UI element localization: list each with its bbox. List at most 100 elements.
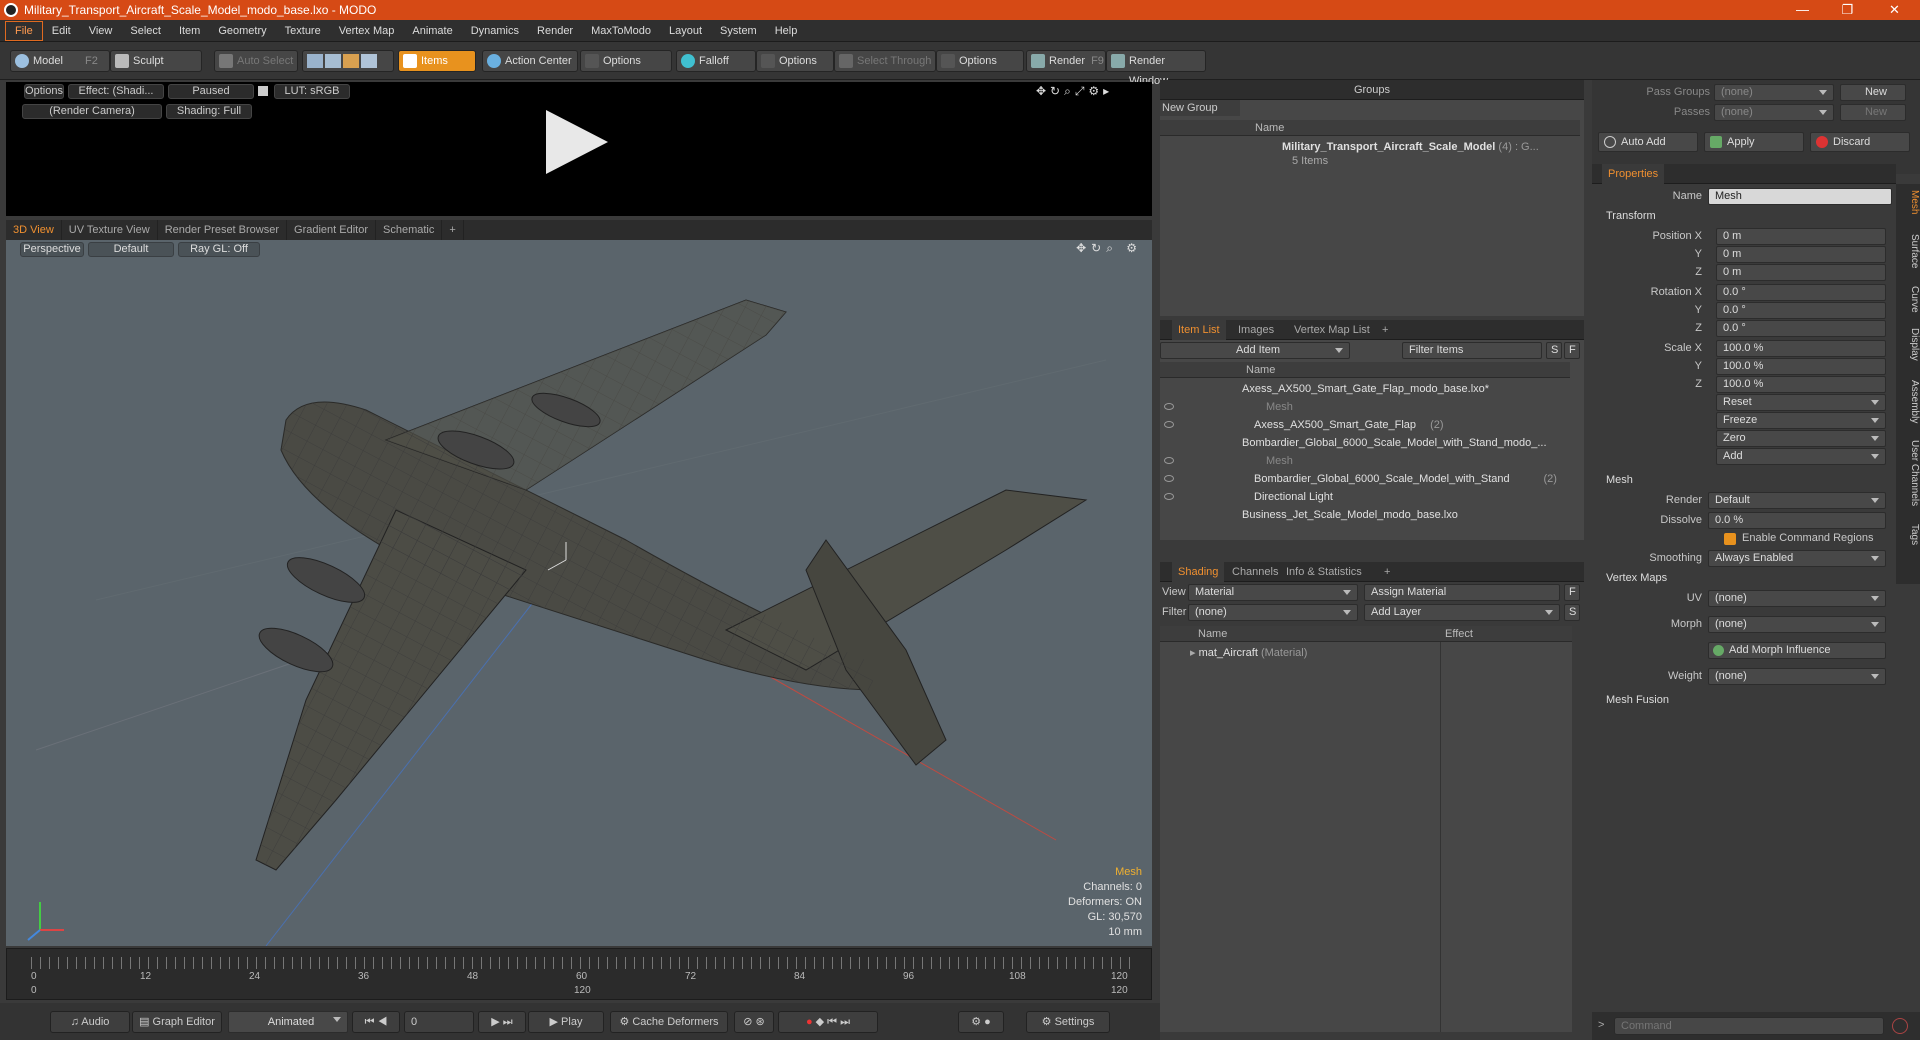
visibility-eye-icon[interactable] <box>1164 421 1174 428</box>
material-row[interactable]: ▸ mat_Aircraft (Material) <box>1190 644 1307 662</box>
render-dropdown[interactable]: Default <box>1708 492 1886 509</box>
discard-button[interactable]: Discard <box>1810 132 1910 152</box>
tab-schematic[interactable]: Schematic <box>376 220 443 240</box>
menu-vertex-map[interactable]: Vertex Map <box>330 20 404 42</box>
smoothing-dropdown[interactable]: Always Enabled <box>1708 550 1886 567</box>
add-dropdown[interactable]: Add <box>1716 448 1886 465</box>
position-z-input[interactable]: 0 m <box>1716 264 1886 281</box>
auto-select-button[interactable]: Auto Select <box>214 50 298 72</box>
polygons-icon[interactable] <box>343 54 359 68</box>
raygl-toggle[interactable]: Ray GL: Off <box>178 242 260 257</box>
tab-channels[interactable]: Channels <box>1226 562 1284 582</box>
side-tab-mesh[interactable]: Mesh <box>1900 190 1920 214</box>
animated-dropdown[interactable]: Animated <box>228 1011 348 1033</box>
position-y-input[interactable]: 0 m <box>1716 246 1886 263</box>
filter-f-button[interactable]: F <box>1564 342 1580 359</box>
render-button[interactable]: Render F9 <box>1026 50 1106 72</box>
new-pass-group-button[interactable]: New <box>1840 84 1906 101</box>
expand-icon[interactable]: ▸ <box>1190 647 1199 659</box>
tab-info-statistics[interactable]: Info & Statistics <box>1280 562 1368 582</box>
item-list-row[interactable]: Axess_AX500_Smart_Gate_Flap_modo_base.lx… <box>1160 380 1570 398</box>
side-tab-assembly[interactable]: Assembly <box>1900 380 1920 423</box>
tab-item-list[interactable]: Item List <box>1172 320 1226 340</box>
menu-edit[interactable]: Edit <box>43 20 80 42</box>
side-tab-surface[interactable]: Surface <box>1900 234 1920 268</box>
item-list-row[interactable]: Mesh <box>1160 398 1570 416</box>
item-list-row[interactable]: Bombardier_Global_6000_Scale_Model_with_… <box>1160 470 1570 488</box>
tab-properties[interactable]: Properties <box>1602 164 1665 184</box>
paused-toggle[interactable]: Paused <box>168 84 254 99</box>
new-group-button[interactable]: New Group <box>1160 100 1240 116</box>
visibility-eye-icon[interactable] <box>1164 493 1174 500</box>
menu-animate[interactable]: Animate <box>403 20 461 42</box>
minimize-button[interactable]: — <box>1780 0 1825 20</box>
shading-s-button[interactable]: S <box>1564 604 1580 621</box>
record-controls[interactable]: ● ◆ ⏮ ⏭ <box>778 1011 878 1033</box>
play-icon[interactable] <box>546 110 608 174</box>
uv-dropdown[interactable]: (none) <box>1708 590 1886 607</box>
menu-select[interactable]: Select <box>121 20 170 42</box>
menu-maxtomodo[interactable]: MaxToModo <box>582 20 660 42</box>
add-item-dropdown[interactable]: Add Item <box>1160 342 1350 359</box>
menu-system[interactable]: System <box>711 20 766 42</box>
add-tab-button[interactable]: + <box>442 220 464 240</box>
shading-dropdown[interactable]: Shading: Full <box>166 104 252 119</box>
items-mode-button[interactable]: Items <box>398 50 476 72</box>
timeline[interactable]: 0 12 24 36 48 60 72 84 96 108 120 0 120 … <box>6 948 1152 1000</box>
passes-dropdown[interactable]: (none) <box>1714 104 1834 121</box>
lut-dropdown[interactable]: LUT: sRGB <box>274 84 350 99</box>
tab-shading[interactable]: Shading <box>1172 562 1225 582</box>
menu-texture[interactable]: Texture <box>276 20 330 42</box>
settings-button[interactable]: ⚙ Settings <box>1026 1011 1110 1033</box>
tab-vertex-map-list[interactable]: Vertex Map List <box>1288 320 1376 340</box>
side-tab-tags[interactable]: Tags <box>1900 524 1920 545</box>
model-mode-button[interactable]: Model F2 <box>10 50 110 72</box>
auto-add-button[interactable]: Auto Add <box>1598 132 1698 152</box>
render-window-button[interactable]: Render Window <box>1106 50 1206 87</box>
pass-groups-dropdown[interactable]: (none) <box>1714 84 1834 101</box>
menu-dynamics[interactable]: Dynamics <box>462 20 528 42</box>
item-list-row[interactable]: Business_Jet_Scale_Model_modo_base.lxo <box>1160 506 1570 524</box>
reset-dropdown[interactable]: Reset <box>1716 394 1886 411</box>
command-input[interactable] <box>1614 1017 1884 1035</box>
viewport-nav-icons[interactable]: ✥↻⌕ ⚙ <box>1076 241 1142 256</box>
default-style-dropdown[interactable]: Default <box>88 242 174 257</box>
tab-gradient-editor[interactable]: Gradient Editor <box>287 220 376 240</box>
tab-3d-view[interactable]: 3D View <box>6 220 62 240</box>
mesh-fusion-section[interactable]: Mesh Fusion <box>1606 692 1669 708</box>
effect-dropdown[interactable]: Effect: (Shadi... <box>68 84 164 99</box>
side-tab-display[interactable]: Display <box>1900 328 1920 361</box>
weight-dropdown[interactable]: (none) <box>1708 668 1886 685</box>
falloff-button[interactable]: Falloff <box>676 50 756 72</box>
side-tab-user-channels[interactable]: User Channels <box>1900 440 1920 506</box>
vertex-maps-section[interactable]: Vertex Maps <box>1606 570 1667 586</box>
scale-z-input[interactable]: 100.0 % <box>1716 376 1886 393</box>
filter-dropdown[interactable]: (none) <box>1188 604 1358 621</box>
tab-uv-texture-view[interactable]: UV Texture View <box>62 220 158 240</box>
item-list-row[interactable]: Bombardier_Global_6000_Scale_Model_with_… <box>1160 434 1570 452</box>
visibility-eye-icon[interactable] <box>1164 475 1174 482</box>
next-key-buttons[interactable]: ▶ ⏭ <box>478 1011 526 1033</box>
aircraft-mesh[interactable] <box>253 299 1088 871</box>
item-list-row[interactable]: Axess_AX500_Smart_Gate_Flap (2) <box>1160 416 1570 434</box>
menu-help[interactable]: Help <box>766 20 807 42</box>
command-regions-checkbox[interactable] <box>1724 533 1736 545</box>
add-morph-influence-button[interactable]: Add Morph Influence <box>1708 642 1886 659</box>
assign-material-button[interactable]: Assign Material <box>1364 584 1560 601</box>
preview-nav-icons[interactable]: ✥↻⌕⤢⚙▸ <box>1036 84 1113 99</box>
filter-s-button[interactable]: S <box>1546 342 1562 359</box>
action-center-options-button[interactable]: Options <box>580 50 672 72</box>
menu-geometry[interactable]: Geometry <box>209 20 275 42</box>
rotation-x-input[interactable]: 0.0 ° <box>1716 284 1886 301</box>
visibility-eye-icon[interactable] <box>1164 403 1174 410</box>
close-button[interactable]: ✕ <box>1872 0 1917 20</box>
maximize-button[interactable]: ❐ <box>1825 0 1870 20</box>
materials-icon[interactable] <box>361 54 377 68</box>
transform-section[interactable]: Transform <box>1606 208 1656 224</box>
graph-editor-button[interactable]: ▤ Graph Editor <box>132 1011 222 1033</box>
falloff-options-button[interactable]: Options <box>756 50 834 72</box>
timeline-ruler[interactable] <box>31 957 1131 969</box>
keyframe-icons[interactable]: ⊘ ⊛ <box>734 1011 774 1033</box>
view-dropdown[interactable]: Material <box>1188 584 1358 601</box>
action-center-button[interactable]: Action Center <box>482 50 578 72</box>
